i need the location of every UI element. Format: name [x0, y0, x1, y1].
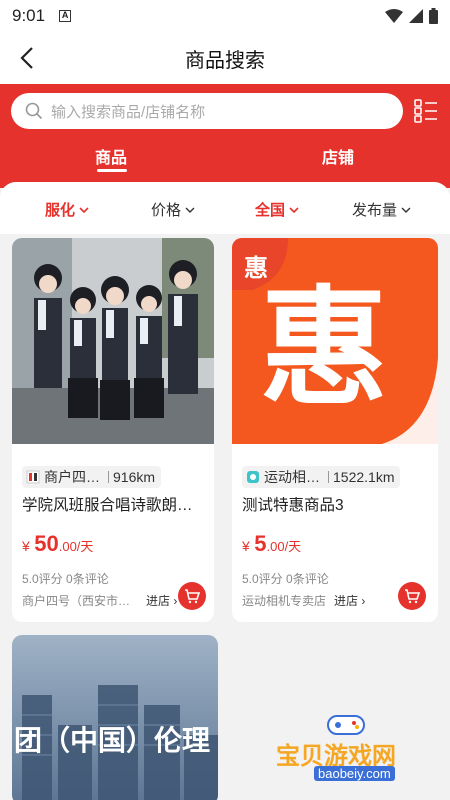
- banner-text: 团（中国）伦理: [14, 725, 211, 756]
- price-currency: ¥: [22, 538, 30, 554]
- sim-icon: A: [59, 10, 72, 22]
- product-name: 测试特惠商品3: [242, 497, 344, 514]
- enter-shop-label: 进店: [146, 594, 171, 608]
- filter-publish-count[interactable]: 发布量: [352, 199, 412, 220]
- enter-shop-link[interactable]: 进店 ›: [334, 592, 365, 609]
- chevron-down-icon: [185, 207, 195, 213]
- battery-icon: [429, 8, 438, 24]
- product-price: ¥ 50.00/天: [22, 531, 93, 557]
- search-input[interactable]: 输入搜索商品/店铺名称: [11, 93, 403, 129]
- chevron-down-icon: [79, 206, 89, 213]
- distance: 916km: [113, 469, 156, 485]
- cellular-icon: [409, 9, 423, 23]
- product-image: [12, 635, 218, 800]
- tab-shops[interactable]: 店铺: [322, 144, 354, 168]
- price-decimal-unit: .00/天: [266, 539, 302, 554]
- shop-logo-icon: [26, 470, 40, 484]
- filter-price[interactable]: 价格: [151, 199, 196, 220]
- search-icon: [25, 102, 43, 120]
- price-integer: 50: [34, 531, 59, 556]
- filter-bar: 服化 价格 全国 发布量: [0, 182, 450, 234]
- price-integer: 5: [254, 531, 267, 556]
- nav-bar: 商品搜索: [0, 32, 450, 84]
- shop-full-name: 商户四号（西安市…: [22, 594, 131, 608]
- shop-full-name: 运动相机专卖店: [242, 594, 327, 608]
- shop-short-name: 运动相…: [264, 469, 320, 485]
- gamepad-icon: [327, 715, 365, 735]
- chip-divider: [328, 471, 329, 483]
- shop-distance-chip: 运动相… 1522.1km: [242, 466, 401, 488]
- filter-publish-count-label: 发布量: [352, 202, 398, 219]
- search-placeholder: 输入搜索商品/店铺名称: [51, 103, 206, 121]
- filter-category[interactable]: 服化: [45, 199, 90, 220]
- status-bar: 9:01 A: [0, 0, 450, 32]
- wifi-icon: [385, 9, 403, 23]
- product-card[interactable]: 惠 惠 运动相… 1522.1km 测试特惠商品3 ¥ 5.00/天 5.0评分…: [232, 238, 438, 622]
- shop-short-name: 商户四…: [44, 469, 100, 485]
- price-decimal-unit: .00/天: [58, 539, 94, 554]
- product-rating: 5.0评分 0条评论: [22, 572, 109, 586]
- distance: 1522.1km: [333, 469, 395, 485]
- chevron-down-icon: [289, 206, 299, 213]
- add-to-cart-button[interactable]: [178, 582, 206, 610]
- product-name: 学院风班服合唱诗歌朗…: [22, 497, 193, 514]
- discount-image-text: 惠: [260, 274, 389, 423]
- chevron-right-icon: ›: [361, 594, 366, 608]
- filter-price-label: 价格: [151, 202, 182, 219]
- product-price: ¥ 5.00/天: [242, 531, 301, 557]
- enter-shop-label: 进店: [334, 594, 359, 608]
- shop-distance-chip: 商户四… 916km: [22, 466, 162, 488]
- back-arrow-icon[interactable]: [14, 44, 42, 72]
- product-image: 惠 惠: [232, 238, 438, 444]
- watermark-logo: 宝贝游戏网 baobeiy.com: [272, 712, 422, 792]
- filter-region-label: 全国: [255, 202, 286, 219]
- filter-region[interactable]: 全国: [255, 199, 300, 220]
- layout-toggle-icon[interactable]: [412, 97, 440, 125]
- chevron-down-icon: [401, 207, 411, 213]
- tab-bar: 商品 店铺: [0, 138, 450, 178]
- add-to-cart-button[interactable]: [398, 582, 426, 610]
- page-title: 商品搜索: [185, 49, 265, 72]
- product-card[interactable]: 团（中国）伦理: [12, 635, 218, 800]
- watermark-url: baobeiy.com: [314, 766, 395, 781]
- tab-goods[interactable]: 商品: [95, 144, 127, 168]
- product-card[interactable]: 商户四… 916km 学院风班服合唱诗歌朗… ¥ 50.00/天 5.0评分 0…: [12, 238, 214, 622]
- chevron-right-icon: ›: [173, 594, 178, 608]
- filter-category-label: 服化: [45, 202, 76, 219]
- product-rating: 5.0评分 0条评论: [242, 572, 329, 586]
- status-time: 9:01: [12, 6, 46, 25]
- price-currency: ¥: [242, 538, 250, 554]
- tab-underline: [97, 169, 127, 172]
- enter-shop-link[interactable]: 进店 ›: [146, 592, 177, 609]
- camera-shop-icon: [247, 471, 259, 483]
- cart-icon: [405, 589, 420, 604]
- product-image: [12, 238, 214, 444]
- cart-icon: [185, 589, 200, 604]
- chip-divider: [108, 471, 109, 483]
